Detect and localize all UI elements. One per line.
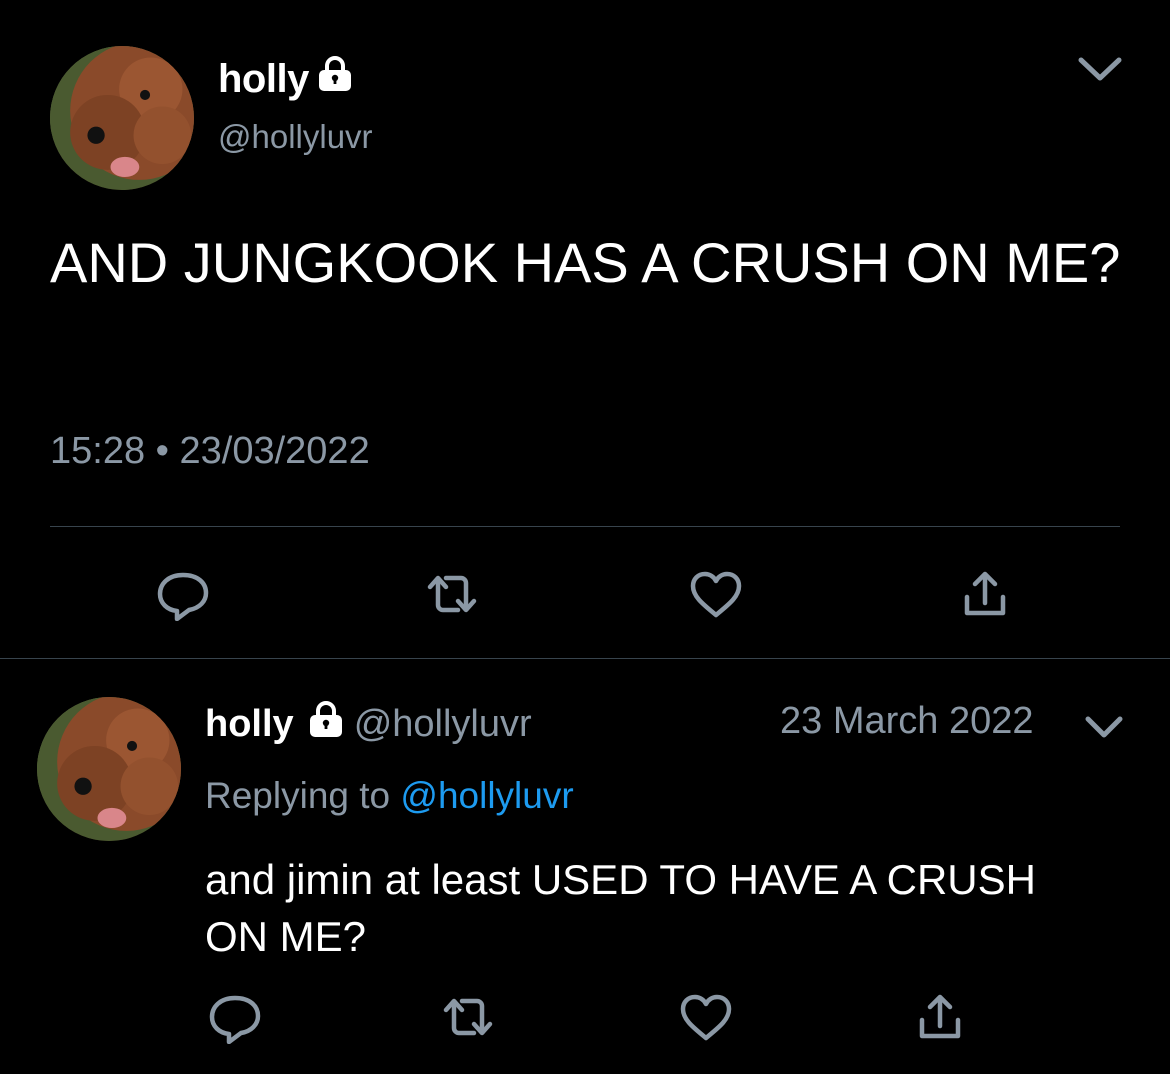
reply-header: holly @hollyluvr xyxy=(205,700,532,748)
lock-icon xyxy=(315,56,355,102)
tweet-timestamp[interactable]: 15:28 • 23/03/2022 xyxy=(50,430,370,473)
display-name-label[interactable]: holly xyxy=(218,57,309,102)
avatar[interactable] xyxy=(37,697,181,841)
share-icon[interactable] xyxy=(955,567,1015,621)
tweet-separator xyxy=(0,658,1170,659)
avatar[interactable] xyxy=(50,46,194,190)
poodle-avatar-image xyxy=(50,46,194,190)
retweet-icon[interactable] xyxy=(422,567,482,621)
tweet-date[interactable]: 23 March 2022 xyxy=(780,700,1034,743)
share-icon[interactable] xyxy=(910,990,970,1044)
mention-link[interactable]: @hollyluvr xyxy=(400,775,573,816)
reply-icon[interactable] xyxy=(153,567,213,621)
like-icon[interactable] xyxy=(676,990,736,1044)
display-name[interactable]: holly xyxy=(205,703,294,746)
handle[interactable]: @hollyluvr xyxy=(354,703,532,746)
poodle-avatar-image xyxy=(37,697,181,841)
like-icon[interactable] xyxy=(686,567,746,621)
chevron-down-icon[interactable] xyxy=(1082,710,1126,744)
display-name[interactable]: holly xyxy=(218,56,355,102)
replying-to: Replying to @hollyluvr xyxy=(205,775,574,817)
tweet-text: and jimin at least USED TO HAVE A CRUSH … xyxy=(205,856,1036,960)
retweet-icon[interactable] xyxy=(438,990,498,1044)
lock-icon xyxy=(306,700,346,748)
tweet-text: AND JUNGKOOK HAS A CRUSH ON ME? xyxy=(50,231,1121,294)
chevron-down-icon[interactable] xyxy=(1075,48,1125,88)
divider xyxy=(50,526,1120,527)
reply-icon[interactable] xyxy=(205,990,265,1044)
replying-to-label: Replying to xyxy=(205,775,391,816)
handle[interactable]: @hollyluvr xyxy=(218,118,373,156)
